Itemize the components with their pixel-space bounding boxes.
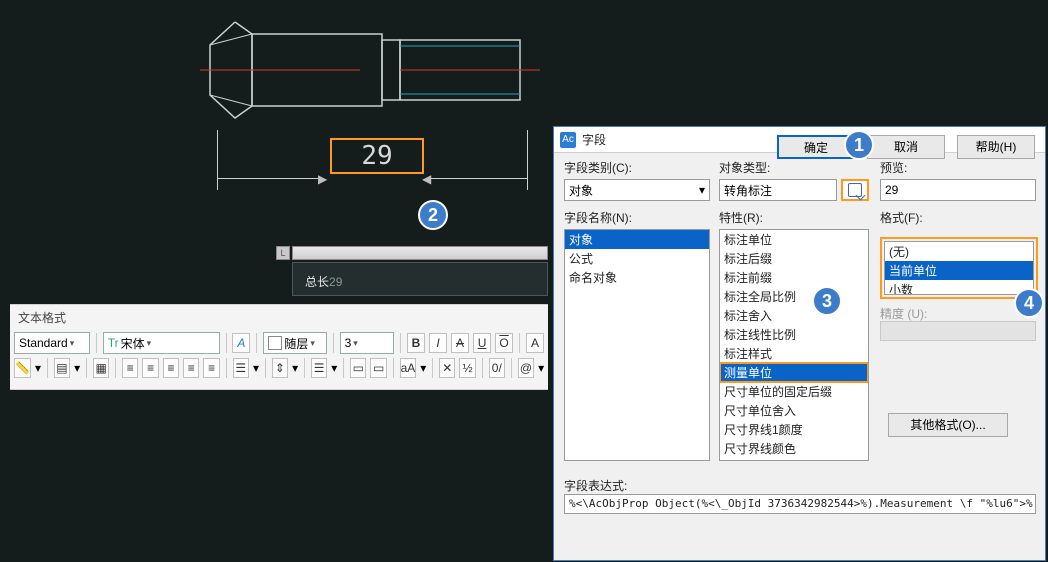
badge-3: 3 bbox=[812, 286, 842, 316]
expr-field: %<\AcObjProp Object(%<\_ObjId 3736342982… bbox=[564, 494, 1036, 514]
list-item[interactable]: 尺寸界线1颜度 bbox=[720, 420, 868, 439]
list-item[interactable]: 尺寸单位的固定后缀 bbox=[720, 382, 868, 401]
precision-label: 精度 (U): bbox=[880, 305, 927, 322]
help-button[interactable]: 帮助(H) bbox=[957, 135, 1035, 159]
badge-4: 4 bbox=[1014, 288, 1044, 318]
align-center-button[interactable]: ≡ bbox=[142, 358, 158, 378]
pick-icon bbox=[848, 183, 862, 197]
list-item[interactable]: 测量单位 bbox=[720, 363, 868, 382]
dim-line-right bbox=[428, 178, 528, 179]
dimension-highlight: 29 bbox=[330, 138, 424, 174]
field-button[interactable]: ▭ bbox=[350, 358, 366, 378]
dim-arrow-right: ◀ bbox=[422, 172, 431, 186]
list-item[interactable]: 尺寸界线颜色 bbox=[720, 439, 868, 458]
color-combo[interactable]: 随层▾ bbox=[263, 332, 326, 354]
linespace-button[interactable]: ⇕ bbox=[272, 358, 288, 378]
stack-button[interactable]: ½ bbox=[459, 358, 475, 378]
mask-button[interactable]: ▦ bbox=[93, 358, 109, 378]
format-label: 格式(F): bbox=[880, 209, 1036, 226]
dim-arrow-left: ▶ bbox=[318, 172, 327, 186]
toolbar-title: 文本格式 bbox=[10, 305, 548, 330]
cancel-button[interactable]: 取消 bbox=[867, 135, 945, 159]
height-combo[interactable]: 3▾ bbox=[340, 332, 395, 354]
dim-ext-right bbox=[527, 130, 528, 190]
badge-1: 1 bbox=[844, 130, 874, 160]
props-listbox[interactable]: 标注单位标注后缀标注前缀标注全局比例标注舍入标注线性比例标注样式测量单位尺寸单位… bbox=[719, 229, 869, 461]
pick-object-button[interactable] bbox=[841, 179, 869, 201]
list-item[interactable]: 标注全局比例 bbox=[720, 287, 868, 306]
format-a-button[interactable]: A bbox=[526, 333, 544, 353]
list-item[interactable]: 小数 bbox=[885, 280, 1033, 295]
ruler-margin-icon[interactable]: L bbox=[276, 246, 290, 260]
list-item[interactable]: 尺寸单位舍入 bbox=[720, 401, 868, 420]
mtext-prefix: 总长 bbox=[305, 275, 329, 289]
list-item[interactable]: 标注后缀 bbox=[720, 249, 868, 268]
list-item[interactable]: 标注舍入 bbox=[720, 306, 868, 325]
font-combo[interactable]: Tr宋体▾ bbox=[103, 332, 220, 354]
category-label: 字段类别(C): bbox=[564, 159, 710, 176]
columns-button[interactable]: ▤ bbox=[54, 358, 70, 378]
underline-button[interactable]: U bbox=[473, 333, 491, 353]
dim-line-left bbox=[218, 178, 318, 179]
mtext-field-value: 29 bbox=[329, 275, 342, 289]
list-item[interactable]: 对象 bbox=[565, 230, 709, 249]
name-label: 字段名称(N): bbox=[564, 209, 710, 226]
dimension-value: 29 bbox=[361, 141, 392, 171]
overline-button[interactable]: O bbox=[495, 333, 513, 353]
numbering-button[interactable]: ☰ bbox=[311, 358, 327, 378]
case-button[interactable]: aA bbox=[400, 358, 417, 378]
text-ruler[interactable] bbox=[292, 246, 548, 260]
strike-button[interactable]: A bbox=[451, 333, 469, 353]
list-item[interactable]: 尺寸线 1 bbox=[720, 458, 868, 461]
annotative-button[interactable]: A bbox=[232, 333, 250, 353]
bolt-drawing bbox=[200, 10, 540, 140]
align-dist-button[interactable]: ≡ bbox=[203, 358, 219, 378]
mtext-editor[interactable]: 总长29 bbox=[292, 262, 548, 296]
list-item[interactable]: 标注单位 bbox=[720, 230, 868, 249]
italic-button[interactable]: I bbox=[429, 333, 447, 353]
app-icon: Ac bbox=[560, 132, 576, 148]
list-item[interactable]: 标注线性比例 bbox=[720, 325, 868, 344]
badge-2: 2 bbox=[418, 200, 448, 230]
list-item[interactable]: 标注前缀 bbox=[720, 268, 868, 287]
format-highlight: (无)当前单位小数建筑工程 bbox=[880, 237, 1038, 299]
other-format-button[interactable]: 其他格式(O)... bbox=[888, 413, 1008, 437]
clear-button[interactable]: ✕ bbox=[439, 358, 455, 378]
list-item[interactable]: 标注样式 bbox=[720, 344, 868, 363]
format-listbox[interactable]: (无)当前单位小数建筑工程 bbox=[884, 241, 1034, 295]
symbol-button[interactable]: ▭ bbox=[370, 358, 386, 378]
preview-label: 预览: bbox=[880, 159, 1036, 176]
list-item[interactable]: 公式 bbox=[565, 249, 709, 268]
oblique-button[interactable]: 0/ bbox=[489, 358, 505, 378]
symbol2-button[interactable]: @ bbox=[518, 358, 534, 378]
props-label: 特性(R): bbox=[719, 209, 869, 226]
list-item[interactable]: (无) bbox=[885, 242, 1033, 261]
align-right-button[interactable]: ≡ bbox=[163, 358, 179, 378]
objtype-field: 转角标注 bbox=[719, 179, 837, 201]
field-dialog: Ac 字段 × 字段类别(C): 对象▾ 字段名称(N): 对象 公式 命名对象… bbox=[553, 126, 1046, 561]
bold-button[interactable]: B bbox=[407, 333, 425, 353]
align-left-button[interactable]: ≡ bbox=[122, 358, 138, 378]
list-item[interactable]: 命名对象 bbox=[565, 268, 709, 287]
precision-combo bbox=[880, 321, 1036, 341]
name-listbox[interactable]: 对象 公式 命名对象 bbox=[564, 229, 710, 461]
align-justify-button[interactable]: ≡ bbox=[183, 358, 199, 378]
objtype-label: 对象类型: bbox=[719, 159, 869, 176]
style-combo[interactable]: Standard▾ bbox=[14, 332, 90, 354]
list-item[interactable]: 当前单位 bbox=[885, 261, 1033, 280]
dim-ext-left bbox=[217, 130, 218, 190]
ruler-button[interactable]: 📏 bbox=[14, 358, 31, 378]
preview-field: 29 bbox=[880, 179, 1036, 201]
category-combo[interactable]: 对象▾ bbox=[564, 179, 710, 201]
text-format-toolbar: 文本格式 Standard▾ Tr宋体▾ A 随层▾ 3▾ B I A U O … bbox=[10, 304, 548, 390]
expr-label: 字段表达式: bbox=[564, 477, 627, 494]
bullets-button[interactable]: ☰ bbox=[233, 358, 249, 378]
